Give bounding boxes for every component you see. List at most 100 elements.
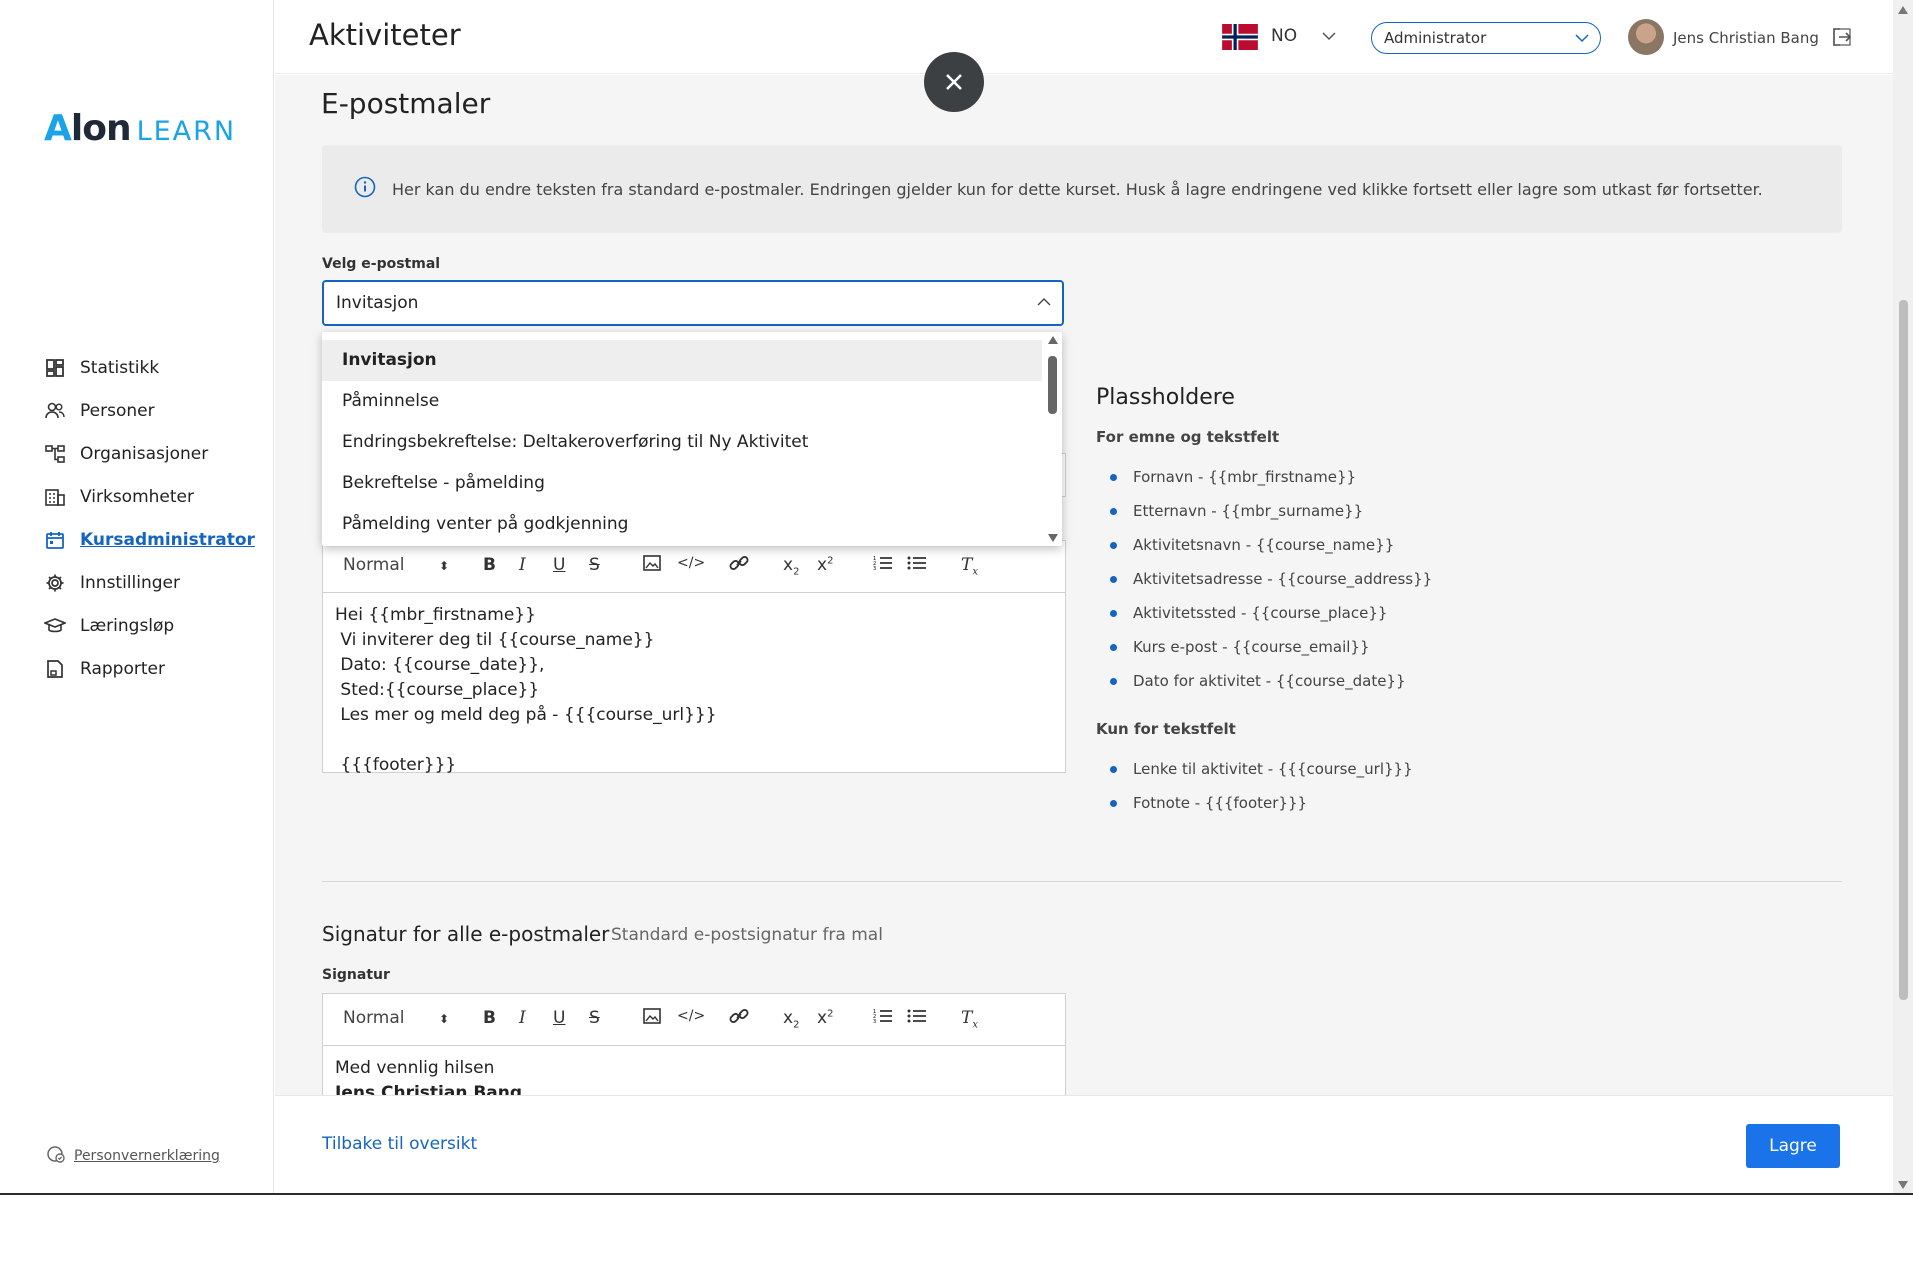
user-name[interactable]: Jens Christian Bang xyxy=(1673,29,1819,47)
list-item: Aktivitetsadresse - {{course_address}} xyxy=(1096,562,1432,596)
page-scrollbar[interactable] xyxy=(1893,0,1913,1193)
underline-icon[interactable]: U xyxy=(553,555,565,575)
superscript-icon[interactable]: x2 xyxy=(817,555,833,575)
dropdown-option[interactable]: Endringsbekreftelse: Deltakeroverføring … xyxy=(322,422,1042,463)
gear-icon xyxy=(44,572,66,594)
main-content: E-postmaler Her kan du endre teksten fra… xyxy=(275,75,1893,1095)
list-item: Fornavn - {{mbr_firstname}} xyxy=(1096,460,1432,494)
report-icon xyxy=(44,658,66,680)
footer-bar: Tilbake til oversikt Lagre xyxy=(275,1095,1893,1193)
dropdown-scrollbar[interactable] xyxy=(1044,332,1062,546)
privacy-link[interactable]: Personvernerklæring xyxy=(46,1144,220,1168)
scroll-down-icon[interactable] xyxy=(1898,1181,1908,1189)
strike-icon[interactable]: S xyxy=(589,555,600,575)
chevron-down-icon[interactable] xyxy=(1321,28,1337,44)
clear-format-icon[interactable]: Tx xyxy=(961,1008,978,1030)
sidebar-nav: Statistikk Personer Organisasjoner Virks… xyxy=(44,346,255,690)
sidebar-item-statistikk[interactable]: Statistikk xyxy=(44,346,255,389)
list-item: Etternavn - {{mbr_surname}} xyxy=(1096,494,1432,528)
sidebar-item-organisasjoner[interactable]: Organisasjoner xyxy=(44,432,255,475)
code-icon[interactable]: </> xyxy=(677,1008,705,1024)
info-icon xyxy=(354,176,376,202)
bold-icon[interactable]: B xyxy=(483,555,496,575)
sidebar: Alon LEARN Statistikk Personer Organisas… xyxy=(0,0,274,1193)
dropdown-option[interactable]: Påmelding venter på godkjenning xyxy=(322,504,1042,545)
email-template-dropdown: Invitasjon Påminnelse Endringsbekreftels… xyxy=(322,332,1062,546)
sidebar-item-label: Virksomheter xyxy=(80,486,194,507)
sidebar-item-label: Læringsløp xyxy=(80,615,175,636)
calendar-icon xyxy=(44,529,66,551)
bullet-list-icon[interactable] xyxy=(907,1008,927,1029)
bullet-list-icon[interactable] xyxy=(907,555,927,576)
dropdown-option[interactable]: Invitasjon xyxy=(322,340,1042,381)
back-link[interactable]: Tilbake til oversikt xyxy=(322,1134,477,1154)
language-label[interactable]: NO xyxy=(1271,26,1297,46)
email-body-editor[interactable]: Normal ⬍ B I U S </> x2 x2 123 Tx Hei {{… xyxy=(322,540,1066,775)
italic-icon[interactable]: I xyxy=(519,1008,526,1028)
clear-format-icon[interactable]: Tx xyxy=(961,555,978,577)
subscript-icon[interactable]: x2 xyxy=(783,1008,799,1030)
info-banner: Her kan du endre teksten fra standard e-… xyxy=(322,145,1842,233)
email-template-select[interactable]: Invitasjon xyxy=(322,280,1064,326)
strike-icon[interactable]: S xyxy=(589,1008,600,1028)
ordered-list-icon[interactable]: 123 xyxy=(873,1008,893,1029)
editor-line: Dato: {{course_date}}, xyxy=(335,655,545,675)
editor-line: Hei {{mbr_firstname}} xyxy=(335,605,536,625)
format-select[interactable]: Normal xyxy=(343,555,405,575)
list-item: Kurs e-post - {{course_email}} xyxy=(1096,630,1432,664)
dropdown-option[interactable]: Påminnelse xyxy=(322,381,1042,422)
code-icon[interactable]: </> xyxy=(677,555,705,571)
link-icon[interactable] xyxy=(729,555,749,576)
sidebar-item-rapporter[interactable]: Rapporter xyxy=(44,647,255,690)
logout-icon[interactable] xyxy=(1832,27,1852,47)
scroll-down-icon[interactable] xyxy=(1048,534,1058,542)
sidebar-item-personer[interactable]: Personer xyxy=(44,389,255,432)
info-text: Her kan du endre teksten fra standard e-… xyxy=(392,179,1763,199)
subscript-icon[interactable]: x2 xyxy=(783,555,799,577)
select-label: Velg e-postmal xyxy=(322,256,441,272)
ordered-list-icon[interactable]: 123 xyxy=(873,555,893,576)
scroll-up-icon[interactable] xyxy=(1898,6,1908,14)
role-select[interactable]: Administrator xyxy=(1371,22,1601,54)
sidebar-item-kursadministrator[interactable]: Kursadministrator xyxy=(44,518,255,561)
format-select[interactable]: Normal xyxy=(343,1008,405,1028)
dropdown-scroll-thumb[interactable] xyxy=(1048,356,1057,414)
underline-icon[interactable]: U xyxy=(553,1008,565,1028)
italic-icon[interactable]: I xyxy=(519,555,526,575)
signature-label: Signatur xyxy=(322,967,390,983)
editor-toolbar: Normal ⬍ B I U S </> x2 x2 123 Tx xyxy=(323,994,1065,1046)
link-icon[interactable] xyxy=(729,1008,749,1029)
bold-icon[interactable]: B xyxy=(483,1008,496,1028)
page-scroll-thumb[interactable] xyxy=(1899,300,1908,1000)
sidebar-item-innstillinger[interactable]: Innstillinger xyxy=(44,561,255,604)
sort-icon[interactable]: ⬍ xyxy=(439,559,449,573)
top-header: Aktiviteter NO Administrator Jens Christ… xyxy=(275,0,1913,74)
org-chart-icon xyxy=(44,443,66,465)
signature-editor[interactable]: Normal ⬍ B I U S </> x2 x2 123 Tx Med ve… xyxy=(322,993,1066,1095)
list-item: Fotnote - {{{footer}}} xyxy=(1096,786,1432,820)
norway-flag-icon[interactable] xyxy=(1221,24,1259,50)
list-item: Aktivitetsnavn - {{course_name}} xyxy=(1096,528,1432,562)
editor-content[interactable]: Med vennlig hilsen Jens Christian Bang xyxy=(323,1046,1065,1095)
image-icon[interactable] xyxy=(643,1008,661,1029)
logo-alon: lon xyxy=(70,108,132,149)
sort-icon[interactable]: ⬍ xyxy=(439,1012,449,1026)
sidebar-item-virksomheter[interactable]: Virksomheter xyxy=(44,475,255,518)
scroll-up-icon[interactable] xyxy=(1048,336,1058,344)
close-button[interactable] xyxy=(924,52,984,112)
placeholders-title: Plassholdere xyxy=(1096,385,1235,410)
sidebar-item-laeringslop[interactable]: Læringsløp xyxy=(44,604,255,647)
dropdown-option[interactable]: Bekreftelse - påmelding xyxy=(322,463,1042,504)
editor-line: Sted:{{course_place}} xyxy=(335,680,540,700)
svg-text:3: 3 xyxy=(873,1019,876,1024)
superscript-icon[interactable]: x2 xyxy=(817,1008,833,1028)
editor-content[interactable]: Hei {{mbr_firstname}} Vi inviterer deg t… xyxy=(323,593,1065,788)
logo-a: A xyxy=(44,108,72,149)
save-button[interactable]: Lagre xyxy=(1746,1124,1840,1168)
placeholder-list: Lenke til aktivitet - {{{course_url}}} F… xyxy=(1096,752,1432,820)
avatar[interactable] xyxy=(1628,19,1664,55)
image-icon[interactable] xyxy=(643,555,661,576)
close-icon xyxy=(946,74,962,90)
sidebar-item-label: Organisasjoner xyxy=(80,443,209,464)
